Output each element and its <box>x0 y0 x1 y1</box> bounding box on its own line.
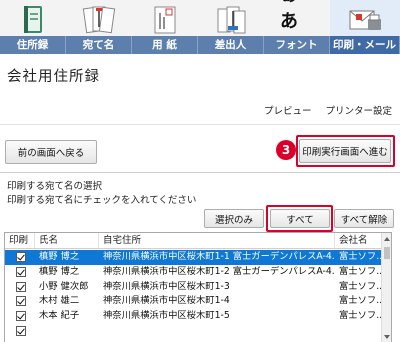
table-row[interactable]: 木村 雄二 神奈川県横浜市中区桜木町1-4 富士ソフ... <box>5 294 383 309</box>
name-cell: 槙野 博之 <box>39 251 80 262</box>
print-cell <box>5 324 35 339</box>
divider <box>0 124 400 125</box>
tab-label: 差出人 <box>198 36 264 54</box>
column-header-address[interactable]: 自宅住所 <box>99 233 335 248</box>
app-window: 住所録 宛て名 用 紙 差出人 あ フォント 印刷・メール 会社用住所録 プレビ… <box>0 0 400 342</box>
address-labels-icon <box>82 6 116 34</box>
tab-paper[interactable]: 用 紙 <box>132 0 198 54</box>
company-cell: 富士ソフ... <box>339 310 383 322</box>
table-header: 印刷 氏名 自宅住所 会社名 <box>5 233 383 249</box>
address-cell: 神奈川県横浜市中区桜木町1-5 <box>103 310 230 322</box>
tab-label: 住所録 <box>0 36 66 54</box>
table-row[interactable] <box>5 324 383 339</box>
company-cell: 富士ソフ... <box>339 295 383 307</box>
address-cell: 神奈川県横浜市中区桜木町1-2 富士ガーデンパレスA-4... <box>103 265 335 277</box>
scroll-thumb[interactable] <box>384 247 390 259</box>
company-cell <box>335 324 383 339</box>
clear-all-button[interactable]: すべて解除 <box>334 209 394 228</box>
column-header-name[interactable]: 氏名 <box>35 233 99 248</box>
select-only-button[interactable]: 選択のみ <box>204 209 264 228</box>
print-cell <box>5 250 35 265</box>
printer-settings-link[interactable]: プリンター設定 <box>325 103 392 117</box>
column-header-company[interactable]: 会社名 <box>335 233 383 248</box>
table-row[interactable]: 槙野 博之 神奈川県横浜市中区桜木町1-2 富士ガーデンパレスA-4... 富士ソフ… <box>5 265 383 280</box>
print-checkbox[interactable] <box>16 311 26 322</box>
address-cell: 神奈川県横浜市中区桜木町1-3 <box>103 280 230 292</box>
top-links: プレビュー プリンター設定 <box>264 103 392 117</box>
select-all-button[interactable]: すべて <box>270 209 330 228</box>
name-cell: 小野 健次郎 <box>39 280 89 292</box>
print-checkbox[interactable] <box>16 326 26 336</box>
address-cell: 神奈川県横浜市中区桜木町1-1 富士ガーデンパレスA-4... <box>103 251 335 262</box>
print-checkbox[interactable] <box>16 281 26 292</box>
address-book-icon <box>24 6 42 33</box>
address-table: 印刷 氏名 自宅住所 会社名 槙野 博之 神奈川県横浜市中区桜木町1-1 富士ガー… <box>4 232 392 342</box>
scroll-down-icon[interactable] <box>384 335 390 339</box>
company-cell: 富士ソフ... <box>339 251 383 262</box>
print-cell <box>5 294 35 309</box>
tab-label: フォント <box>264 36 330 54</box>
preview-link[interactable]: プレビュー <box>264 103 312 117</box>
divider <box>0 172 400 173</box>
table-row[interactable]: 槙野 博之 神奈川県横浜市中区桜木町1-1 富士ガーデンパレスA-4... 富士ソフ… <box>5 250 383 265</box>
print-cell <box>5 265 35 280</box>
address-cell <box>99 324 335 339</box>
company-cell: 富士ソフ... <box>339 280 383 292</box>
scroll-up-icon[interactable] <box>384 237 390 241</box>
print-checkbox[interactable] <box>16 296 26 307</box>
print-mail-icon <box>349 10 381 30</box>
tab-label: 用 紙 <box>132 36 198 54</box>
company-cell: 富士ソフ... <box>339 265 383 277</box>
name-cell: 木本 紀子 <box>39 310 80 322</box>
column-header-print[interactable]: 印刷 <box>5 233 35 248</box>
print-cell <box>5 280 35 295</box>
font-glyph: ぁあ <box>280 0 298 32</box>
table-row[interactable]: 木本 紀子 神奈川県横浜市中区桜木町1-5 富士ソフ... <box>5 309 383 324</box>
print-cell <box>5 309 35 324</box>
print-checkbox[interactable] <box>16 252 26 262</box>
back-button[interactable]: 前の画面へ戻る <box>5 140 97 164</box>
tab-label: 印刷・メール <box>330 36 400 54</box>
page-title: 会社用住所録 <box>7 69 100 85</box>
print-execute-button[interactable]: 印刷実行画面へ進む <box>299 139 391 163</box>
vertical-scrollbar[interactable] <box>381 233 391 342</box>
section-title: 印刷する宛て名の選択 <box>7 181 103 192</box>
table-row[interactable]: 小野 健次郎 神奈川県横浜市中区桜木町1-3 富士ソフ... <box>5 280 383 295</box>
step-badge: 3 <box>276 140 296 160</box>
name-cell <box>35 324 99 339</box>
tab-sender[interactable]: 差出人 <box>198 0 264 54</box>
section-description: 印刷する宛て名にチェックを入れてください <box>7 195 197 206</box>
tab-print-mail[interactable]: 印刷・メール <box>330 0 400 54</box>
ribbon-toolbar: 住所録 宛て名 用 紙 差出人 あ フォント 印刷・メール <box>0 0 400 54</box>
paper-icon <box>154 6 176 34</box>
font-icon: ぁあ <box>280 0 314 35</box>
address-cell: 神奈川県横浜市中区桜木町1-4 <box>103 295 230 307</box>
tab-address-book[interactable]: 住所録 <box>0 0 66 54</box>
tab-font[interactable]: ぁあ フォント <box>264 0 330 54</box>
tab-address-labels[interactable]: 宛て名 <box>66 0 132 54</box>
name-cell: 木村 雄二 <box>39 295 80 307</box>
tab-label: 宛て名 <box>66 36 132 54</box>
print-checkbox[interactable] <box>16 266 26 277</box>
name-cell: 槙野 博之 <box>39 265 80 277</box>
sender-icon <box>217 6 246 34</box>
